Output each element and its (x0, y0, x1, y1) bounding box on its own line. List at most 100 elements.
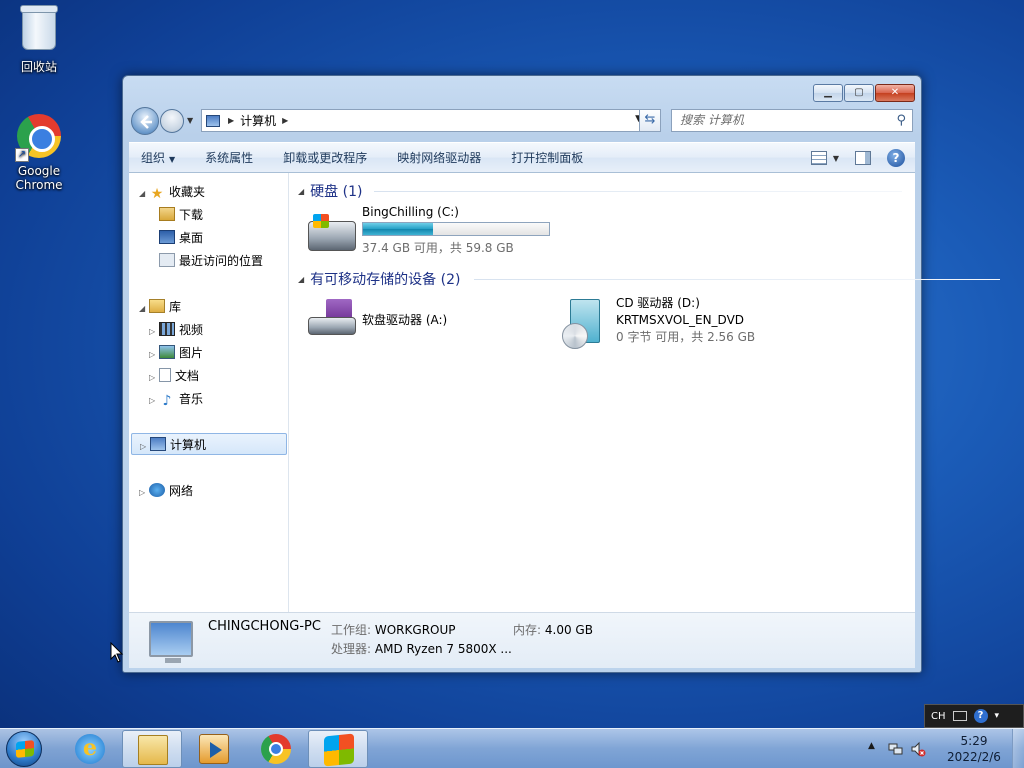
star-icon: ★ (150, 186, 164, 202)
group-divider (374, 191, 903, 192)
taskbar-chrome[interactable] (246, 730, 306, 768)
start-button[interactable] (6, 731, 42, 767)
chevron-down-icon: ▼ (169, 155, 176, 164)
taskbar-internet-explorer[interactable]: e (60, 730, 120, 768)
nav-label: 最近访问的位置 (179, 254, 264, 268)
help-button[interactable]: ? (887, 149, 905, 167)
memory-value: 4.00 GB (544, 623, 593, 637)
computer-icon (149, 621, 193, 663)
desktop-icon-chrome[interactable]: ↗ Google Chrome (4, 112, 74, 192)
network-icon (149, 483, 165, 497)
group-divider (474, 279, 1001, 280)
group-title: 有可移动存储的设备 (2) (310, 272, 461, 288)
drive-c[interactable]: BingChilling (C:) 37.4 GB 可用，共 59.8 GB (308, 205, 568, 259)
breadcrumb-computer[interactable]: 计算机 (240, 112, 276, 129)
system-properties-button[interactable]: 系统属性 (205, 149, 253, 166)
system-clock[interactable]: 5:29 2022/2/6 (934, 733, 1014, 765)
taskbar-media-player[interactable] (184, 730, 244, 768)
drive-a[interactable]: 软盘驱动器 (A:) (308, 295, 548, 345)
keyboard-icon[interactable] (952, 711, 967, 721)
back-button[interactable] (131, 107, 159, 135)
nav-recent-places[interactable]: 最近访问的位置 (159, 250, 263, 272)
network-status-icon[interactable] (888, 741, 904, 757)
explorer-window: ▁ ▢ ✕ ▼ ▶ 计算机 ▶ ▼ ⇆ 搜索 计算机 ⚲ 组织▼ 系统属性 卸载… (122, 75, 1001, 673)
explorer-icon (138, 735, 168, 765)
nav-network[interactable]: ▷ 网络 (139, 480, 193, 502)
collapse-arrow-icon[interactable]: ◢ (298, 275, 304, 284)
maximize-button[interactable]: ▢ (844, 84, 874, 102)
navigation-bar: ▼ ▶ 计算机 ▶ ▼ ⇆ 搜索 计算机 ⚲ (131, 107, 913, 135)
taskbar: e ▲ 5:29 2022/2/6 (0, 728, 1024, 768)
chevron-down-icon: ▼ (832, 153, 839, 163)
collapsed-arrow-icon[interactable]: ▷ (149, 344, 159, 366)
search-input[interactable]: 搜索 计算机 ⚲ (671, 109, 913, 132)
nav-label: 音乐 (179, 392, 204, 406)
drive-free-space: 37.4 GB 可用，共 59.8 GB (362, 241, 514, 255)
refresh-button[interactable]: ⇆ (639, 109, 661, 132)
nav-pictures[interactable]: ▷ 图片 (149, 342, 203, 364)
nav-label: 库 (169, 300, 182, 314)
close-button[interactable]: ✕ (875, 84, 915, 102)
clock-date: 2022/2/6 (947, 750, 1001, 764)
search-icon[interactable]: ⚲ (896, 110, 906, 131)
open-control-panel-button[interactable]: 打开控制面板 (511, 149, 583, 166)
group-header-hard-disks[interactable]: ◢ 硬盘 (1) (298, 181, 903, 201)
caption-buttons: ▁ ▢ ✕ (813, 84, 915, 102)
options-arrow-icon[interactable]: ▾ (995, 711, 1000, 721)
address-bar[interactable]: ▶ 计算机 ▶ ▼ (201, 109, 647, 132)
input-language-indicator[interactable]: CH (931, 711, 946, 722)
recent-places-icon (159, 253, 175, 267)
details-pane: CHINGCHONG-PC 工作组: WORKGROUP 内存: 4.00 GB… (129, 613, 915, 668)
downloads-folder-icon (159, 207, 175, 221)
help-icon[interactable]: ? (973, 709, 988, 723)
clock-time: 5:29 (960, 734, 988, 748)
nav-music[interactable]: ▷ ♪ 音乐 (149, 388, 203, 410)
expanded-arrow-icon[interactable]: ◢ (139, 183, 149, 205)
navigation-pane: ◢ ★ 收藏夹 下载 桌面 最近访问的位置 ◢ 库 ▷ 视频 ▷ 图片 ▷ 文档 ▷ ♪ 音乐 … (129, 173, 289, 612)
organize-button[interactable]: 组织 ▼ (141, 149, 175, 166)
command-bar: 组织 ▼ 系统属性 卸载或更改程序 映射网络驱动器 打开控制面板 ▼ ? (129, 142, 915, 173)
nav-favorites[interactable]: ◢ ★ 收藏夹 (139, 181, 205, 203)
uninstall-program-button[interactable]: 卸载或更改程序 (283, 149, 367, 166)
minimize-button[interactable]: ▁ (813, 84, 843, 102)
breadcrumb-separator[interactable]: ▶ (228, 116, 234, 125)
floppy-drive-icon (308, 299, 356, 337)
chrome-icon: ↗ (15, 114, 63, 162)
collapsed-arrow-icon[interactable]: ▷ (140, 436, 150, 458)
nav-documents[interactable]: ▷ 文档 (149, 365, 199, 387)
show-desktop-button[interactable] (1012, 729, 1024, 768)
drive-usage-bar (362, 222, 550, 236)
drive-name: BingChilling (C:) (362, 205, 459, 219)
taskbar-windows-explorer[interactable] (122, 730, 182, 768)
map-network-drive-button[interactable]: 映射网络驱动器 (397, 149, 481, 166)
preview-pane-button[interactable] (855, 151, 871, 165)
media-player-icon (199, 734, 229, 764)
notification-area: ▲ 5:29 2022/2/6 (864, 729, 1024, 768)
nav-computer[interactable]: ▷ 计算机 (131, 433, 287, 455)
collapse-arrow-icon[interactable]: ◢ (298, 187, 304, 196)
windows-logo-icon (16, 740, 34, 758)
collapsed-arrow-icon[interactable]: ▷ (149, 367, 159, 389)
collapsed-arrow-icon[interactable]: ▷ (149, 390, 159, 412)
expanded-arrow-icon[interactable]: ◢ (139, 298, 149, 320)
group-header-removable[interactable]: ◢ 有可移动存储的设备 (2) (298, 269, 1001, 289)
collapsed-arrow-icon[interactable]: ▷ (149, 321, 159, 343)
nav-libraries[interactable]: ◢ 库 (139, 296, 181, 318)
videos-icon (159, 322, 175, 336)
collapsed-arrow-icon[interactable]: ▷ (139, 482, 149, 504)
breadcrumb-separator[interactable]: ▶ (282, 116, 288, 125)
desktop-icon-recycle-bin[interactable]: 回收站 (4, 5, 74, 75)
recent-pages-dropdown[interactable]: ▼ (187, 116, 193, 125)
volume-muted-icon[interactable] (910, 741, 926, 757)
taskbar-setup[interactable] (308, 730, 368, 768)
drive-d[interactable]: CD 驱动器 (D:) KRTMSXVOL_EN_DVD 0 字节 可用，共 2… (562, 295, 802, 351)
forward-button[interactable] (160, 109, 184, 133)
desktop-icon-label: Google Chrome (15, 164, 63, 192)
computer-name: CHINGCHONG-PC (208, 619, 321, 634)
nav-desktop[interactable]: 桌面 (159, 227, 203, 249)
show-hidden-icons-button[interactable]: ▲ (868, 741, 875, 751)
change-view-button[interactable]: ▼ (810, 151, 839, 165)
nav-videos[interactable]: ▷ 视频 (149, 319, 203, 341)
workgroup-value: WORKGROUP (374, 623, 456, 637)
nav-downloads[interactable]: 下载 (159, 204, 203, 226)
